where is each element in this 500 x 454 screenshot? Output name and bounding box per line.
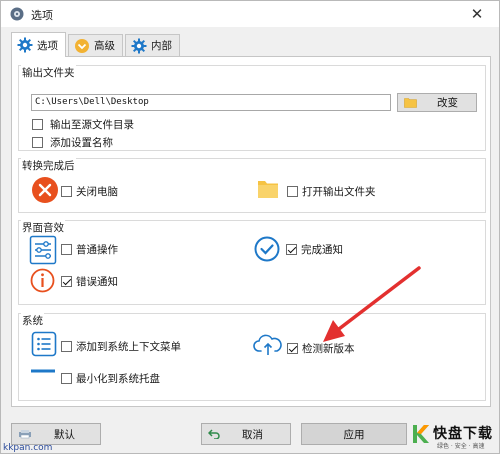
tab-advanced-label: 高级 — [94, 40, 115, 52]
tab-options[interactable]: 选项 — [11, 32, 66, 57]
cloud-upload-icon — [253, 334, 282, 355]
output-folder-title: 输出文件夹 — [21, 65, 76, 80]
printer-icon — [19, 430, 31, 439]
error-notice-label: 错误通知 — [76, 276, 118, 288]
shutdown-label: 关闭电脑 — [76, 186, 118, 198]
folder-icon — [404, 98, 417, 108]
watermark-logo-text: 快盘下载 — [433, 426, 493, 442]
close-button[interactable]: ✕ — [467, 4, 487, 24]
options-panel: 输出文件夹 C:\Users\Dell\Desktop 改变 输出至源文件目录 … — [11, 56, 491, 407]
default-button-label: 默认 — [54, 428, 75, 441]
gear-icon — [131, 38, 147, 53]
undo-icon — [208, 429, 220, 439]
app-icon — [10, 7, 24, 21]
tab-internal[interactable]: 内部 — [125, 34, 180, 56]
check-update-checkbox[interactable] — [287, 343, 298, 354]
tab-options-label: 选项 — [37, 39, 58, 52]
watermark-logo: 快盘下载 绿色 · 安全 · 高速 — [409, 421, 499, 451]
cancel-button-label: 取消 — [242, 428, 263, 441]
output-to-source-label: 输出至源文件目录 — [50, 119, 134, 131]
apply-button-label: 应用 — [343, 428, 365, 441]
change-folder-button[interactable]: 改变 — [397, 93, 477, 112]
after-convert-title: 转换完成后 — [21, 158, 76, 173]
info-circle-icon — [30, 268, 55, 293]
error-notice-checkbox[interactable] — [61, 276, 72, 287]
minimize-tray-checkbox[interactable] — [61, 373, 72, 384]
gear-icon — [17, 37, 33, 53]
add-setting-name-label: 添加设置名称 — [50, 137, 113, 149]
annotation-arrow — [323, 266, 421, 342]
tab-advanced[interactable]: 高级 — [68, 34, 123, 56]
open-output-folder-label: 打开输出文件夹 — [302, 186, 376, 198]
folder-icon — [258, 181, 278, 198]
normal-operation-checkbox[interactable] — [61, 244, 72, 255]
watermark-url: kkpan.com — [3, 443, 53, 453]
context-menu-label: 添加到系统上下文菜单 — [76, 341, 181, 353]
watermark-logo-sub: 绿色 · 安全 · 高速 — [437, 443, 485, 450]
check-circle-icon — [254, 236, 280, 262]
normal-operation-label: 普通操作 — [76, 244, 118, 256]
chevron-down-circle-icon — [75, 38, 89, 53]
change-folder-label: 改变 — [437, 97, 458, 109]
sliders-icon — [29, 235, 57, 265]
after-convert-group: 转换完成后 关闭电脑 打开输出文件夹 — [18, 158, 486, 213]
cancel-button[interactable]: 取消 — [201, 423, 291, 445]
output-to-source-checkbox[interactable] — [32, 119, 43, 130]
window-title: 选项 — [31, 9, 53, 22]
tab-bar: 选项 高级 内部 — [11, 32, 182, 57]
apply-button[interactable]: 应用 — [301, 423, 407, 445]
context-menu-checkbox[interactable] — [61, 341, 72, 352]
minus-icon — [31, 369, 55, 373]
finish-notice-checkbox[interactable] — [286, 244, 297, 255]
tab-internal-label: 内部 — [151, 40, 172, 52]
title-bar: 选项 ✕ — [1, 1, 499, 27]
output-path-field[interactable]: C:\Users\Dell\Desktop — [31, 94, 391, 111]
output-folder-group: 输出文件夹 C:\Users\Dell\Desktop 改变 输出至源文件目录 … — [18, 65, 486, 151]
logo-k-icon — [413, 425, 429, 443]
close-circle-icon — [32, 177, 58, 203]
default-button[interactable]: 默认 — [11, 423, 101, 445]
options-window: 选项 ✕ 选项 高级 内部 输出文件夹 C:\Users\Dell\Deskto… — [0, 0, 500, 454]
finish-notice-label: 完成通知 — [301, 244, 343, 256]
minimize-tray-label: 最小化到系统托盘 — [76, 373, 160, 385]
ui-sound-title: 界面音效 — [21, 220, 65, 235]
close-icon: ✕ — [470, 5, 484, 23]
system-title: 系统 — [21, 313, 44, 328]
list-icon — [31, 331, 57, 357]
add-setting-name-checkbox[interactable] — [32, 137, 43, 148]
open-output-folder-checkbox[interactable] — [287, 186, 298, 197]
shutdown-checkbox[interactable] — [61, 186, 72, 197]
